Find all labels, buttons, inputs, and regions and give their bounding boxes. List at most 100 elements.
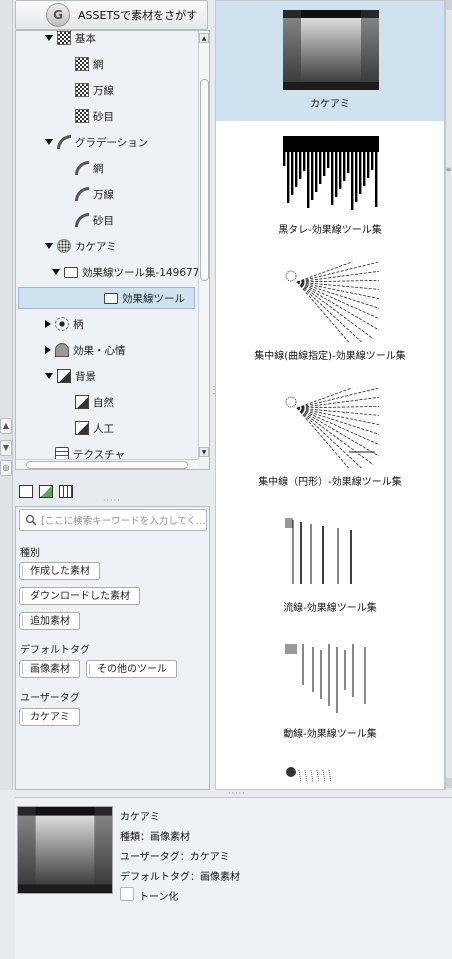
tree-item-label: 自然 <box>93 396 114 409</box>
tree-item-label: 砂目 <box>93 110 114 123</box>
assets-search-button[interactable]: G ASSETSで素材をさがす <box>15 0 208 30</box>
landscape-icon <box>57 369 71 383</box>
tree-item-label: 網 <box>93 58 104 71</box>
material-thumbnail <box>283 640 379 720</box>
material-item[interactable]: 黒タレ-効果線ツール集 <box>216 122 444 247</box>
expand-arrow-icon[interactable] <box>45 35 53 41</box>
landscape-icon <box>75 395 89 409</box>
tree-item[interactable]: 人工 <box>75 417 114 439</box>
checker-icon <box>75 83 89 97</box>
material-thumbnail <box>283 136 379 216</box>
detail-thumbnail <box>17 806 113 894</box>
focus-thumbnail-icon <box>285 249 392 355</box>
tree-item[interactable]: 網 <box>75 53 104 75</box>
tree-scroll-up-arrow[interactable]: ▲ <box>199 33 209 43</box>
detail-name: カケアミ <box>120 812 160 823</box>
search-icon <box>25 514 37 526</box>
tree-scroll-down-arrow[interactable]: ▼ <box>199 447 209 457</box>
material-thumbnail <box>283 766 379 789</box>
expand-arrow-icon[interactable] <box>45 139 53 145</box>
tag-added-materials[interactable]: 追加素材 <box>19 612 80 630</box>
speedlines-thumbnail-icon <box>285 518 352 584</box>
material-label: カケアミ <box>310 99 350 110</box>
delete-folder-icon[interactable] <box>59 485 73 498</box>
material-item[interactable]: 集中線(曲線指定)-効果線ツール集 <box>216 248 444 373</box>
strip-layer-icon[interactable]: ◎ <box>0 460 12 476</box>
material-item[interactable]: 集中線（円形）-効果線ツール集 <box>216 374 444 499</box>
material-thumbnail <box>283 249 392 355</box>
material-thumbnail <box>283 514 379 594</box>
tree-item[interactable]: 砂目 <box>75 105 114 127</box>
checker-icon <box>75 57 89 71</box>
material-scroll-grip[interactable]: ≡ <box>446 166 452 176</box>
motionlines-thumbnail-icon <box>285 644 366 713</box>
tree-item-label: 効果線ツール集-149677 <box>82 266 200 279</box>
collapse-arrow-icon[interactable] <box>45 320 51 328</box>
material-list-scrollbar[interactable]: ≡ <box>445 0 452 790</box>
tree-item[interactable]: 砂目 <box>75 209 114 231</box>
landscape-icon <box>75 421 89 435</box>
tree-item-label: 柄 <box>73 318 84 331</box>
material-item[interactable] <box>216 752 444 789</box>
pattern-icon <box>55 317 69 331</box>
search-placeholder: [ここに検索キーワードを入力してく… <box>41 516 206 527</box>
material-item[interactable]: カケアミ <box>216 1 444 121</box>
tree-hscroll-thumb[interactable] <box>26 461 188 469</box>
expand-arrow-icon[interactable] <box>45 373 53 379</box>
tree-item-label: 背景 <box>75 370 96 383</box>
tag-kakeami[interactable]: カケアミ <box>19 708 80 726</box>
strip-scroll-up-button[interactable]: ▲ <box>0 418 12 434</box>
tree-item-label: 網 <box>93 162 104 175</box>
crosshatch-thumbnail-icon <box>18 807 112 893</box>
material-item[interactable]: 動線-効果線ツール集 <box>216 626 444 751</box>
material-label: 動線-効果線ツール集 <box>283 729 377 740</box>
material-scroll-down-arrow[interactable] <box>446 778 452 788</box>
tree-item[interactable]: グラデーション <box>45 131 148 153</box>
material-label: 集中線(曲線指定)-効果線ツール集 <box>254 351 406 362</box>
material-detail-panel: カケアミ 種類：画像素材 ユーザータグ：カケアミ デフォルトタグ：画像素材 トー… <box>15 797 452 959</box>
tag-downloaded-materials[interactable]: ダウンロードした素材 <box>19 587 140 605</box>
material-folder-tree: 基本網万線 砂目 グラデーション網万線 砂目 カケアミ 効果線ツール集-149677 効果線… <box>15 30 210 470</box>
detail-user-tag: ユーザータグ：カケアミ <box>120 852 230 863</box>
tag-created-materials[interactable]: 作成した素材 <box>19 562 100 580</box>
material-item[interactable]: 流線-効果線ツール集 <box>216 500 444 625</box>
tree-item[interactable]: 基本 <box>45 31 96 49</box>
left-tool-strip: ▲ ▼ ◎ <box>0 0 13 790</box>
user-tag-section-label: ユーザータグ <box>20 693 80 704</box>
crosshatch-thumbnail-icon <box>283 10 379 90</box>
gradient-icon <box>75 213 89 227</box>
heart-icon <box>55 343 69 357</box>
tag-image-material[interactable]: 画像素材 <box>19 660 80 678</box>
tree-item[interactable]: 効果線ツール <box>18 287 195 309</box>
tree-item-label: グラデーション <box>75 136 149 149</box>
rename-folder-icon[interactable] <box>39 485 53 498</box>
tree-item[interactable]: 効果・心情 <box>45 339 126 361</box>
gradient-icon <box>75 161 89 175</box>
tag-other-tools[interactable]: その他のツール <box>86 660 177 678</box>
material-thumbnail <box>283 10 379 90</box>
expand-arrow-icon[interactable] <box>45 243 53 249</box>
tree-item-label: 万線 <box>93 188 114 201</box>
tree-item[interactable]: 自然 <box>75 391 114 413</box>
tree-item[interactable]: 背景 <box>45 365 96 387</box>
gradient-icon <box>57 135 71 149</box>
checker-icon <box>57 31 71 45</box>
strip-scroll-down-button[interactable]: ▼ <box>0 440 12 456</box>
tree-item[interactable]: 効果線ツール集-149677 <box>52 261 199 283</box>
search-input[interactable]: [ここに検索キーワードを入力してく… <box>19 509 207 531</box>
tree-item[interactable]: 万線 <box>75 183 114 205</box>
tree-item[interactable]: 柄 <box>45 313 84 335</box>
tree-item[interactable]: 万線 <box>75 79 114 101</box>
tree-scroll-thumb[interactable] <box>200 79 209 281</box>
tree-item[interactable]: 網 <box>75 157 104 179</box>
panel-resize-grip[interactable]: ····· <box>103 496 121 505</box>
collapse-arrow-icon[interactable] <box>45 346 51 354</box>
tree-horizontal-scrollbar[interactable] <box>16 459 198 469</box>
expand-arrow-icon[interactable] <box>52 269 60 275</box>
tree-item[interactable]: カケアミ <box>45 235 117 257</box>
tone-checkbox[interactable] <box>120 887 134 901</box>
new-folder-icon[interactable] <box>19 485 33 498</box>
material-scroll-up-arrow[interactable] <box>446 0 452 10</box>
tree-item-label: 人工 <box>93 422 114 435</box>
tone-label: トーン化 <box>139 892 179 903</box>
